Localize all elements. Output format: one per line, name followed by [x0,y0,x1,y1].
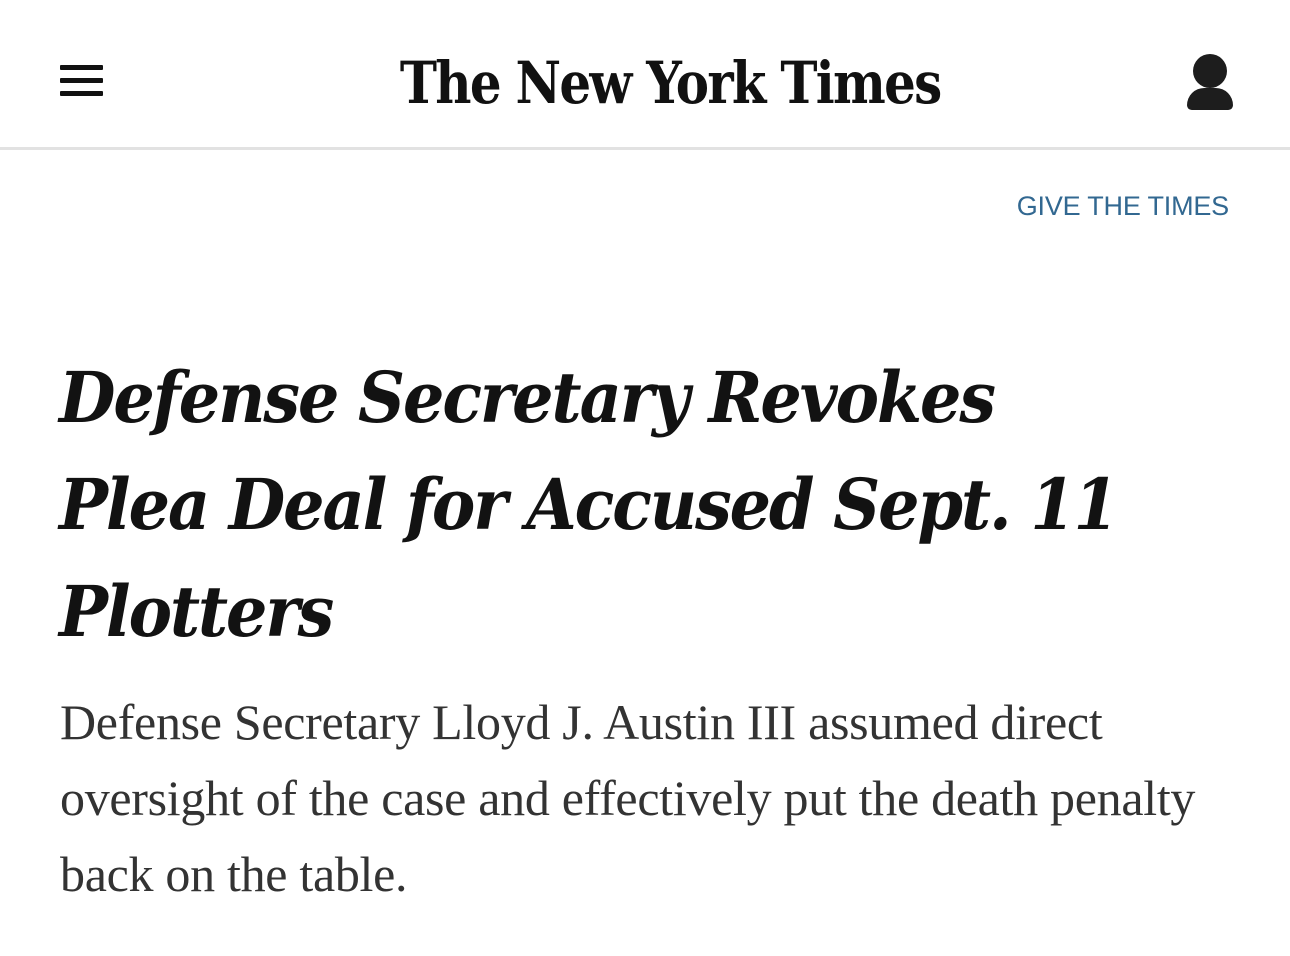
article-headline: Defense Secretary Revokes Plea Deal for … [59,356,1119,653]
user-body-shape [1187,88,1233,110]
menu-line [60,65,103,70]
user-account-icon[interactable] [1186,54,1234,112]
menu-line [60,91,103,96]
nyt-logo[interactable]: The New York Times [400,38,942,128]
top-navigation-bar: The New York Times [0,0,1290,150]
hamburger-menu-icon[interactable] [60,63,103,99]
article-summary: Defense Secretary Lloyd J. Austin III as… [60,694,1196,902]
give-the-times-link[interactable]: GIVE THE TIMES [1017,189,1229,223]
menu-line [60,78,103,83]
user-head-shape [1193,54,1227,88]
